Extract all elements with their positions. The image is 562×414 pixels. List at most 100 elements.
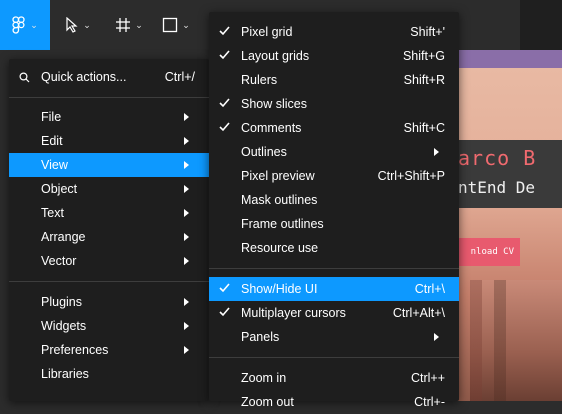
view-item-label: Comments: [241, 121, 302, 135]
view-item-panels[interactable]: Panels: [209, 325, 459, 349]
menu-item-label: Arrange: [41, 230, 86, 244]
frame-role-text: ntEnd De: [458, 178, 536, 197]
view-item-label: Mask outlines: [241, 193, 318, 207]
submenu-arrow-icon: [184, 161, 189, 169]
view-item-layout-grids[interactable]: Layout grids Shift+G: [209, 44, 459, 68]
quick-actions-item[interactable]: Quick actions... Ctrl+/: [9, 65, 209, 89]
menu-divider: [9, 97, 209, 98]
view-item-shortcut: Shift+': [410, 25, 445, 39]
view-item-shortcut: Shift+G: [402, 49, 445, 63]
menu-item-label: View: [41, 158, 68, 172]
menu-item-file[interactable]: File: [9, 105, 209, 129]
chevron-down-icon: ⌄: [30, 19, 38, 30]
view-item-label: Zoom in: [241, 371, 287, 385]
checkmark-icon: [219, 26, 230, 36]
menu-item-label: Plugins: [41, 295, 82, 309]
submenu-arrow-icon: [184, 209, 189, 217]
view-item-zoom-out[interactable]: Zoom out Ctrl+-: [209, 390, 459, 414]
shape-tool-button[interactable]: ⌄: [156, 0, 196, 50]
checkmark-icon: [219, 122, 230, 132]
view-item-shortcut: Ctrl+Alt+\: [392, 306, 445, 320]
submenu-arrow-icon: [184, 322, 189, 330]
view-item-label: Zoom out: [241, 395, 294, 409]
view-item-shortcut: Ctrl+Shift+P: [377, 169, 445, 183]
view-item-label: Show slices: [241, 97, 307, 111]
view-item-shortcut: Ctrl+\: [414, 282, 445, 296]
menu-item-label: Widgets: [41, 319, 87, 333]
menu-item-label: Libraries: [41, 367, 89, 381]
view-item-pixel-preview[interactable]: Pixel preview Ctrl+Shift+P: [209, 164, 459, 188]
frame-cv-label: nload CV: [470, 247, 514, 257]
view-item-mask-outlines[interactable]: Mask outlines: [209, 188, 459, 212]
checkmark-icon: [219, 98, 230, 108]
figma-logo-icon: [12, 16, 25, 34]
cursor-icon: [66, 17, 78, 33]
frame-tool-button[interactable]: ⌄: [108, 0, 150, 50]
view-item-pixel-grid[interactable]: Pixel grid Shift+': [209, 20, 459, 44]
toolbar-right-area: [520, 0, 562, 50]
menu-item-vector[interactable]: Vector: [9, 249, 209, 273]
menu-item-label: Preferences: [41, 343, 109, 357]
quick-actions-label: Quick actions...: [41, 70, 127, 84]
view-item-label: Multiplayer cursors: [241, 306, 346, 320]
menu-item-widgets[interactable]: Widgets: [9, 314, 209, 338]
view-item-shortcut: Shift+R: [403, 73, 445, 87]
submenu-arrow-icon: [184, 233, 189, 241]
submenu-arrow-icon: [184, 137, 189, 145]
view-item-label: Rulers: [241, 73, 278, 87]
submenu-arrow-icon: [184, 346, 189, 354]
menu-divider: [9, 281, 209, 282]
menu-divider: [209, 357, 459, 358]
view-item-label: Panels: [241, 330, 280, 344]
view-item-show-slices[interactable]: Show slices: [209, 92, 459, 116]
view-item-label: Pixel preview: [241, 169, 315, 183]
frame-download-cv-button: nload CV: [450, 238, 520, 266]
view-item-shortcut: Ctrl++: [410, 371, 445, 385]
submenu-arrow-icon: [184, 113, 189, 121]
view-item-comments[interactable]: Comments Shift+C: [209, 116, 459, 140]
menu-item-arrange[interactable]: Arrange: [9, 225, 209, 249]
view-item-show-hide-ui[interactable]: Show/Hide UI Ctrl+\: [209, 277, 459, 301]
frame-pixel-art-image: [470, 280, 562, 401]
view-item-rulers[interactable]: Rulers Shift+R: [209, 68, 459, 92]
menu-item-view[interactable]: View: [9, 153, 209, 177]
menu-item-label: Edit: [41, 134, 63, 148]
menu-item-preferences[interactable]: Preferences: [9, 338, 209, 362]
view-item-label: Layout grids: [241, 49, 310, 63]
view-item-label: Outlines: [241, 145, 287, 159]
submenu-arrow-icon: [434, 333, 439, 341]
menu-item-libraries[interactable]: Libraries: [9, 362, 209, 386]
rectangle-icon: [163, 17, 178, 33]
quick-actions-shortcut: Ctrl+/: [164, 70, 195, 84]
view-submenu: Pixel grid Shift+' Layout grids Shift+G …: [209, 12, 459, 409]
submenu-arrow-icon: [184, 298, 189, 306]
submenu-arrow-icon: [184, 257, 189, 265]
menu-item-label: Vector: [41, 254, 77, 268]
main-menu-button[interactable]: ⌄: [0, 0, 50, 50]
menu-item-edit[interactable]: Edit: [9, 129, 209, 153]
submenu-arrow-icon: [434, 148, 439, 156]
view-item-outlines[interactable]: Outlines: [209, 140, 459, 164]
checkmark-icon: [219, 283, 230, 293]
menu-item-label: Text: [41, 206, 64, 220]
menu-item-text[interactable]: Text: [9, 201, 209, 225]
view-item-shortcut: Ctrl+-: [414, 395, 445, 409]
main-menu: Quick actions... Ctrl+/ File Edit View O…: [9, 59, 209, 401]
menu-item-plugins[interactable]: Plugins: [9, 290, 209, 314]
menu-item-object[interactable]: Object: [9, 177, 209, 201]
menu-item-label: File: [41, 110, 62, 124]
view-item-label: Resource use: [241, 241, 319, 255]
view-item-resource-use[interactable]: Resource use: [209, 236, 459, 260]
submenu-arrow-icon: [184, 185, 189, 193]
frame-icon: [116, 18, 131, 32]
chevron-down-icon: ⌄: [83, 19, 91, 30]
view-item-frame-outlines[interactable]: Frame outlines: [209, 212, 459, 236]
view-item-zoom-in[interactable]: Zoom in Ctrl++: [209, 366, 459, 390]
view-item-label: Frame outlines: [241, 217, 324, 231]
view-item-multiplayer-cursors[interactable]: Multiplayer cursors Ctrl+Alt+\: [209, 301, 459, 325]
frame-name-text: arco B: [458, 146, 537, 170]
chevron-down-icon: ⌄: [135, 19, 143, 30]
menu-item-label: Object: [41, 182, 78, 196]
view-item-label: Pixel grid: [241, 25, 293, 39]
move-tool-button[interactable]: ⌄: [58, 0, 98, 50]
